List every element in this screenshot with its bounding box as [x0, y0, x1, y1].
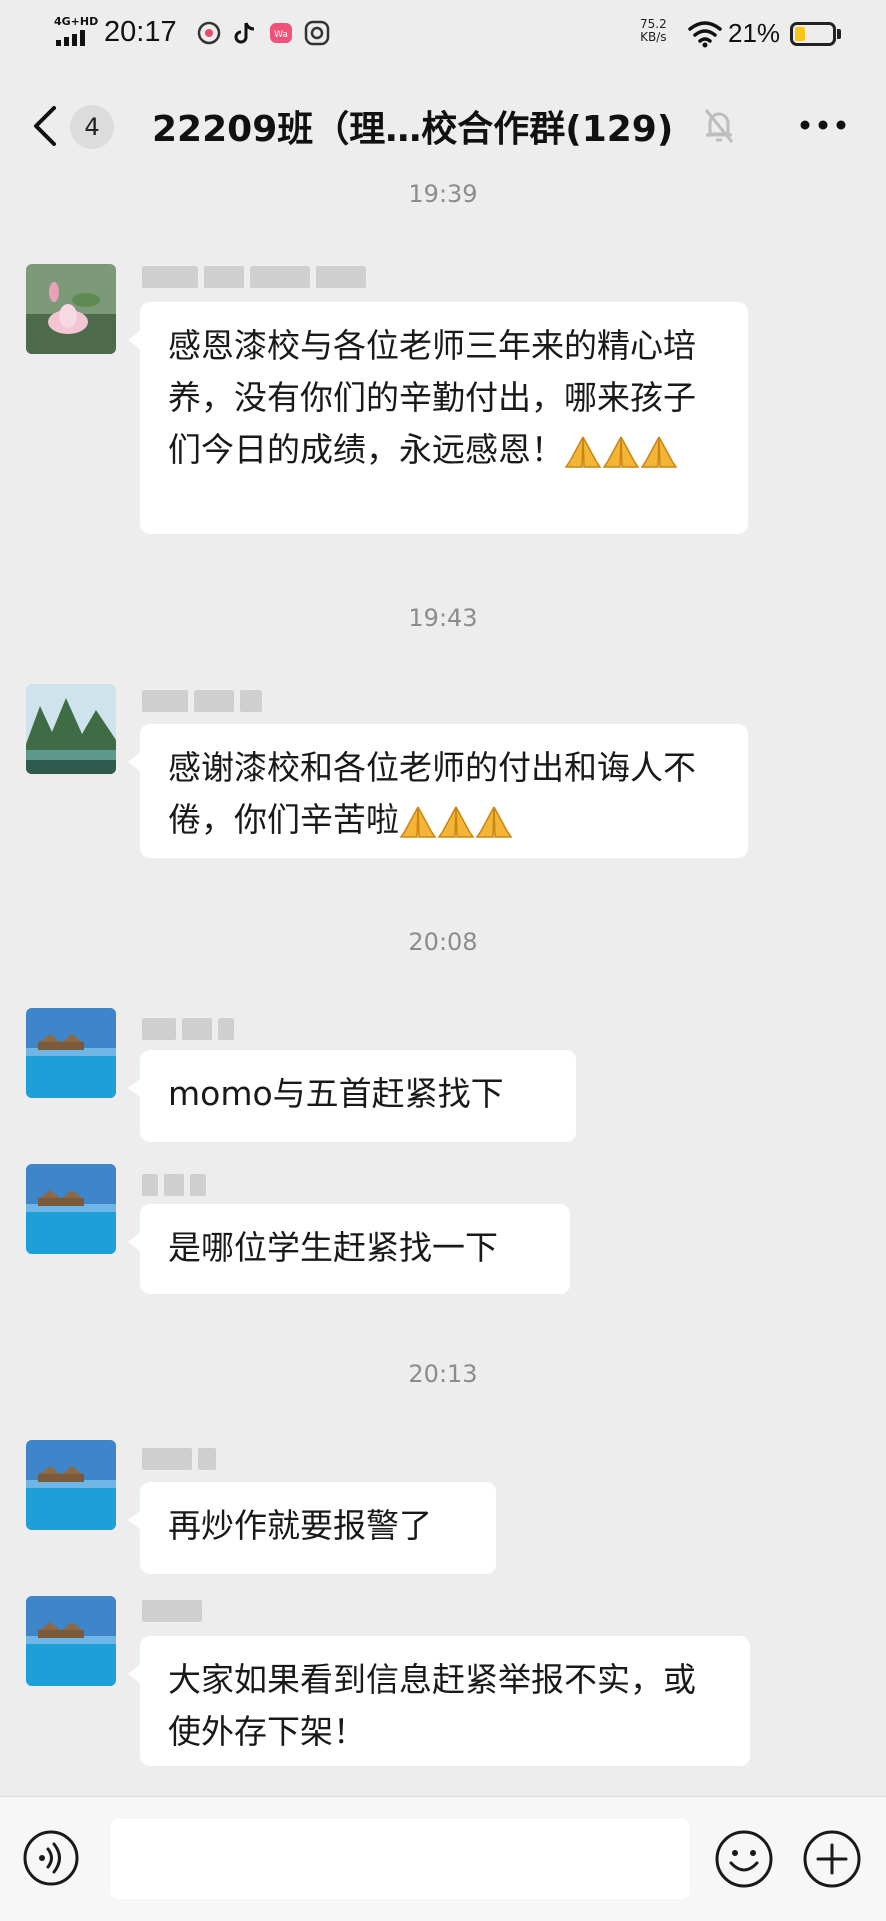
- message-bubble[interactable]: 感谢漆校和各位老师的付出和诲人不倦，你们辛苦啦: [128, 724, 748, 858]
- resort-avatar-image: [26, 1596, 116, 1686]
- network-speed: 75.2 KB/s: [640, 18, 667, 44]
- message-bubble[interactable]: 感恩漆校与各位老师三年来的精心培养，没有你们的辛勤付出，哪来孩子们今日的成绩，永…: [128, 302, 748, 534]
- message-text: 大家如果看到信息赶紧举报不实，或使外存下架！: [168, 1660, 696, 1751]
- resort-avatar-image: [26, 1164, 116, 1254]
- sender-name-blurred: [142, 690, 268, 718]
- bell-slash-icon: [704, 109, 734, 143]
- message-text: 是哪位学生赶紧找一下: [168, 1228, 498, 1267]
- pray-emoji-icon: [640, 436, 678, 468]
- sender-name-blurred: [142, 1600, 208, 1628]
- status-bar: 4G+HD 20:17 Wa 75.2 KB/s 21%: [0, 0, 886, 70]
- message-bubble[interactable]: 再炒作就要报警了: [128, 1482, 496, 1574]
- mountain-avatar-image: [26, 684, 116, 774]
- avatar[interactable]: [26, 1164, 116, 1254]
- speed-unit: KB/s: [640, 30, 667, 44]
- svg-text:Wa: Wa: [274, 30, 288, 40]
- app-badge-icon: Wa: [270, 23, 292, 43]
- sender-name-blurred: [142, 1448, 222, 1476]
- timestamp: 20:08: [408, 928, 478, 956]
- timestamp: 19:39: [408, 180, 478, 208]
- plus-circle-icon[interactable]: [802, 1829, 862, 1889]
- sender-name-blurred: [142, 1174, 212, 1202]
- message-input[interactable]: [110, 1819, 690, 1899]
- pray-emoji-icon: [564, 436, 602, 468]
- avatar[interactable]: [26, 684, 116, 774]
- pray-emoji-icon: [602, 436, 640, 468]
- message-text: momo与五首赶紧找下: [168, 1074, 504, 1113]
- avatar[interactable]: [26, 1008, 116, 1098]
- resort-avatar-image: [26, 1008, 116, 1098]
- chat-title: 22209班（理…校合作群(129): [152, 109, 674, 150]
- battery-icon: [790, 22, 836, 46]
- timestamp: 19:43: [408, 604, 478, 632]
- clock: 20:17: [104, 16, 177, 48]
- chevron-left-icon[interactable]: [30, 104, 60, 148]
- unread-count-badge[interactable]: 4: [70, 105, 114, 149]
- network-type: 4G+HD: [54, 15, 99, 28]
- avatar[interactable]: [26, 264, 116, 354]
- input-bar: [0, 1796, 886, 1921]
- sender-name-blurred: [142, 1018, 240, 1046]
- sender-name-blurred: [142, 266, 372, 294]
- more-dots-icon[interactable]: [800, 120, 846, 130]
- timestamp: 20:13: [408, 1360, 478, 1388]
- avatar[interactable]: [26, 1596, 116, 1686]
- message-text: 再炒作就要报警了: [168, 1506, 432, 1545]
- shield-app-icon: [304, 20, 330, 46]
- pray-emoji-icon: [437, 806, 475, 838]
- message-bubble[interactable]: momo与五首赶紧找下: [128, 1050, 576, 1142]
- resort-avatar-image: [26, 1440, 116, 1530]
- battery-nub: [837, 29, 841, 39]
- pray-emoji-icon: [475, 806, 513, 838]
- battery-percent: 21%: [728, 18, 781, 48]
- camera-app-icon: [197, 21, 221, 45]
- emoji-icon[interactable]: [714, 1829, 774, 1889]
- chat-header: 4 22209班（理…校合作群(129): [0, 70, 886, 180]
- voice-icon[interactable]: [22, 1829, 80, 1887]
- wifi-icon: [688, 21, 722, 48]
- message-bubble[interactable]: 大家如果看到信息赶紧举报不实，或使外存下架！: [128, 1636, 750, 1766]
- avatar[interactable]: [26, 1440, 116, 1530]
- signal-icon: [56, 30, 85, 46]
- lotus-avatar-image: [26, 264, 116, 354]
- pray-emoji-icon: [399, 806, 437, 838]
- message-bubble[interactable]: 是哪位学生赶紧找一下: [128, 1204, 570, 1294]
- tiktok-icon: [234, 22, 255, 44]
